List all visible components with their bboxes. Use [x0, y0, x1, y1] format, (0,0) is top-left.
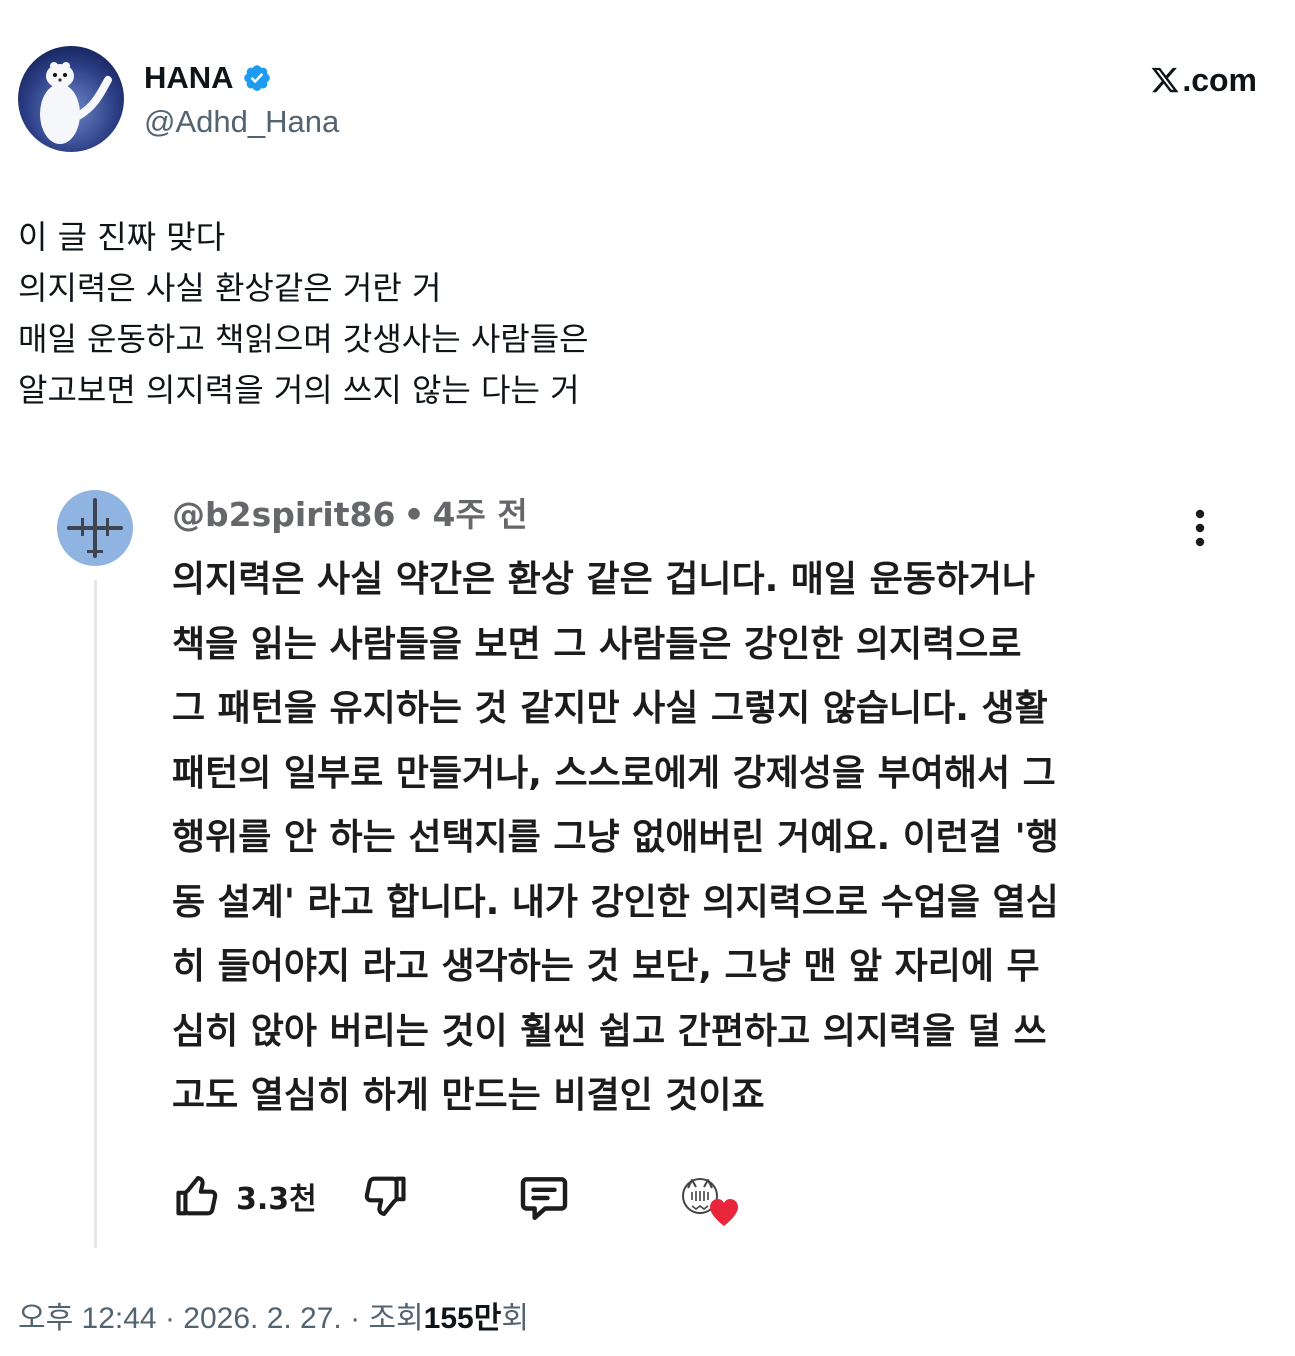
x-com-label: .com	[1182, 62, 1257, 98]
commenter-handle[interactable]: @b2spirit86	[172, 495, 395, 534]
airplane-avatar-icon	[57, 490, 133, 566]
tweet-line: 이 글 진짜 맞다	[18, 218, 226, 256]
comment-line: 동 설계' 라고 합니다. 내가 강인한 의지력으로 수업을 열심	[172, 881, 1059, 923]
thread-connector-line	[94, 580, 97, 1248]
comment-body: 의지력은 사실 약간은 환상 같은 겁니다. 매일 운동하거나 책을 읽는 사람…	[172, 548, 1212, 1129]
x-com-brand[interactable]: .com	[1150, 60, 1257, 100]
tweet-footer: 오후 12:44 · 2026. 2. 27. · 조회155만회	[18, 1296, 529, 1342]
white-ermine-avatar-icon	[18, 46, 124, 152]
dislike-button[interactable]	[358, 1170, 410, 1222]
creator-heart[interactable]	[680, 1174, 742, 1230]
thumbs-down-icon	[364, 1176, 406, 1217]
meta-separator: •	[403, 495, 425, 534]
x-logo-icon	[1151, 67, 1179, 93]
tweet-date[interactable]: 2026. 2. 27.	[183, 1302, 341, 1335]
more-options-icon[interactable]	[1190, 508, 1210, 548]
footer-separator: ·	[350, 1302, 361, 1335]
author-handle[interactable]: @Adhd_Hana	[144, 102, 339, 142]
author-display-name[interactable]: HANA	[144, 58, 234, 98]
like-button[interactable]: 3.3천	[172, 1170, 317, 1222]
tweet-time[interactable]: 오후 12:44	[18, 1302, 157, 1335]
comment-icon	[520, 1177, 568, 1221]
views-count: 155만	[423, 1302, 502, 1335]
tweet-line: 매일 운동하고 책읽으며 갓생사는 사람들은	[18, 320, 589, 358]
comment-line: 히 들어야지 라고 생각하는 것 보단, 그냥 맨 앞 자리에 무	[172, 946, 1040, 987]
tweet-line: 알고보면 의지력을 거의 쓰지 않는 다는 거	[18, 371, 580, 409]
thumbs-up-icon	[176, 1175, 218, 1216]
like-count: 3.3천	[236, 1182, 317, 1217]
comment-line: 심히 앉아 버리는 것이 훨씬 쉽고 간편하고 의지력을 덜 쓰	[172, 1010, 1047, 1052]
comment-time: 4주 전	[432, 495, 528, 534]
commenter-avatar[interactable]	[57, 490, 133, 566]
comment-line: 의지력은 사실 약간은 환상 같은 겁니다. 매일 운동하거나	[172, 559, 1036, 600]
verified-badge-icon	[243, 65, 270, 91]
comment-meta: @b2spirit86 • 4주 전	[172, 494, 528, 536]
author-display-name-row[interactable]: HANA	[144, 58, 272, 98]
views-unit: 회	[501, 1302, 529, 1335]
tweet-text: 이 글 진짜 맞다 의지력은 사실 환상같은 거란 거 매일 운동하고 책읽으며…	[18, 212, 1258, 416]
comment-line: 책을 읽는 사람들을 보면 그 사람들은 강인한 의지력으로	[172, 623, 1022, 665]
footer-separator: ·	[164, 1302, 175, 1335]
views-label: 조회	[368, 1302, 424, 1335]
tweet-line: 의지력은 사실 환상같은 거란 거	[18, 269, 442, 307]
comment-line: 그 패턴을 유지하는 것 같지만 사실 그렇지 않습니다. 생활	[172, 688, 1048, 729]
comment-line: 고도 열심히 하게 만드는 비결인 것이죠	[172, 1075, 765, 1116]
author-avatar[interactable]	[18, 46, 124, 152]
comment-line: 패턴의 일부로 만들거나, 스스로에게 강제성을 부여해서 그	[172, 752, 1056, 794]
creator-heart-icon	[682, 1178, 738, 1226]
comment-line: 행위를 안 하는 선택지를 그냥 없애버린 거예요. 이런걸 '행	[172, 817, 1059, 858]
reply-button[interactable]	[516, 1170, 572, 1226]
